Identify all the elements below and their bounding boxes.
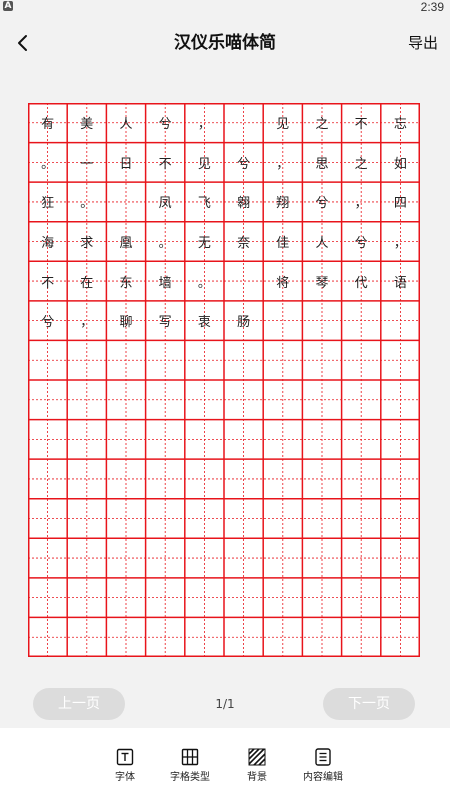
grid-character: 四 xyxy=(393,196,407,212)
background-label: 背景 xyxy=(247,772,267,783)
grid-character: 将 xyxy=(276,275,290,291)
grid-character: 一 xyxy=(80,156,94,172)
grid-character: 忘 xyxy=(393,117,407,133)
grid-type-label: 字格类型 xyxy=(170,772,210,783)
grid-character: 兮 xyxy=(354,235,368,251)
status-time: 2:39 xyxy=(420,0,444,14)
status-bar: A 2:39 xyxy=(0,0,450,14)
grid-character: 翔 xyxy=(276,196,290,212)
export-button[interactable]: 导出 xyxy=(408,33,438,53)
grid-character: 日 xyxy=(119,156,133,172)
grid-character: ， xyxy=(276,156,290,172)
pager: 上一页 1/1 下一页 xyxy=(0,688,450,722)
grid-character: 聊 xyxy=(119,315,133,331)
grid-character: 肠 xyxy=(237,315,251,331)
grid-character: 如 xyxy=(393,156,407,172)
grid-character: 凤 xyxy=(158,196,172,212)
content-edit-label: 内容编辑 xyxy=(303,772,343,783)
grid-character: 无 xyxy=(197,235,211,251)
background-icon xyxy=(248,748,266,766)
font-button[interactable]: 字体 xyxy=(93,748,157,792)
grid-character: 墙 xyxy=(158,275,172,291)
grid-character: 求 xyxy=(80,235,94,251)
grid-character: 。 xyxy=(80,196,94,212)
grid-character: 翱 xyxy=(237,196,251,212)
grid-character: 衷 xyxy=(197,315,211,331)
grid-character: 。 xyxy=(197,275,211,291)
grid-character: ， xyxy=(80,315,94,331)
grid-character: 狂 xyxy=(41,196,55,212)
grid-character: 凰 xyxy=(119,235,133,251)
grid-character: ， xyxy=(393,235,407,251)
grid-character: 思 xyxy=(315,156,329,172)
bottom-toolbar: 字体 字格类型 背景 内容编辑 xyxy=(0,728,450,800)
grid-character: 琴 xyxy=(315,275,329,291)
grid-character: 。 xyxy=(158,235,172,251)
grid-character: 写 xyxy=(158,315,172,331)
grid-type-icon xyxy=(181,748,199,766)
app-notification-icon: A xyxy=(3,1,13,11)
grid-character: 。 xyxy=(41,156,55,172)
grid-character: ， xyxy=(197,117,211,133)
grid-character: 不 xyxy=(354,117,368,133)
content-edit-icon xyxy=(314,748,332,766)
grid-character: 之 xyxy=(315,117,329,133)
grid-character: 之 xyxy=(354,156,368,172)
grid-character: 见 xyxy=(276,117,290,133)
grid-character: 飞 xyxy=(197,196,211,212)
grid-character: 奈 xyxy=(237,235,251,251)
font-label: 字体 xyxy=(115,772,135,783)
grid-character: 佳 xyxy=(276,235,290,251)
grid-character: 代 xyxy=(354,275,368,291)
content-edit-button[interactable]: 内容编辑 xyxy=(291,748,355,792)
page-title: 汉仪乐喵体简 xyxy=(174,33,276,53)
grid-character: 兮 xyxy=(237,156,251,172)
writing-paper: 有美人兮，见之不忘。一日不见兮，思之如狂。凤飞翱翔兮，四海求凰。无奈佳人兮，不在… xyxy=(28,103,420,657)
grid-type-button[interactable]: 字格类型 xyxy=(158,748,222,792)
grid-character: 东 xyxy=(119,275,133,291)
grid-character: 兮 xyxy=(315,196,329,212)
top-bar: 汉仪乐喵体简 导出 xyxy=(0,14,450,72)
next-page-button[interactable]: 下一页 xyxy=(323,688,415,720)
grid-character: ， xyxy=(354,196,368,212)
grid-character: 兮 xyxy=(158,117,172,133)
grid-character: 人 xyxy=(315,235,329,251)
font-icon xyxy=(116,748,134,766)
background-button[interactable]: 背景 xyxy=(225,748,289,792)
grid-cells: 有美人兮，见之不忘。一日不见兮，思之如狂。凤飞翱翔兮，四海求凰。无奈佳人兮，不在… xyxy=(28,103,420,657)
grid-character: 见 xyxy=(197,156,211,172)
grid-character: 美 xyxy=(80,117,94,133)
grid-character: 不 xyxy=(158,156,172,172)
grid-character: 有 xyxy=(41,117,55,133)
grid-character: 人 xyxy=(119,117,133,133)
grid-character: 兮 xyxy=(41,315,55,331)
grid-character: 在 xyxy=(80,275,94,291)
grid-character: 不 xyxy=(41,275,55,291)
grid-character: 海 xyxy=(41,235,55,251)
grid-character: 语 xyxy=(393,275,407,291)
